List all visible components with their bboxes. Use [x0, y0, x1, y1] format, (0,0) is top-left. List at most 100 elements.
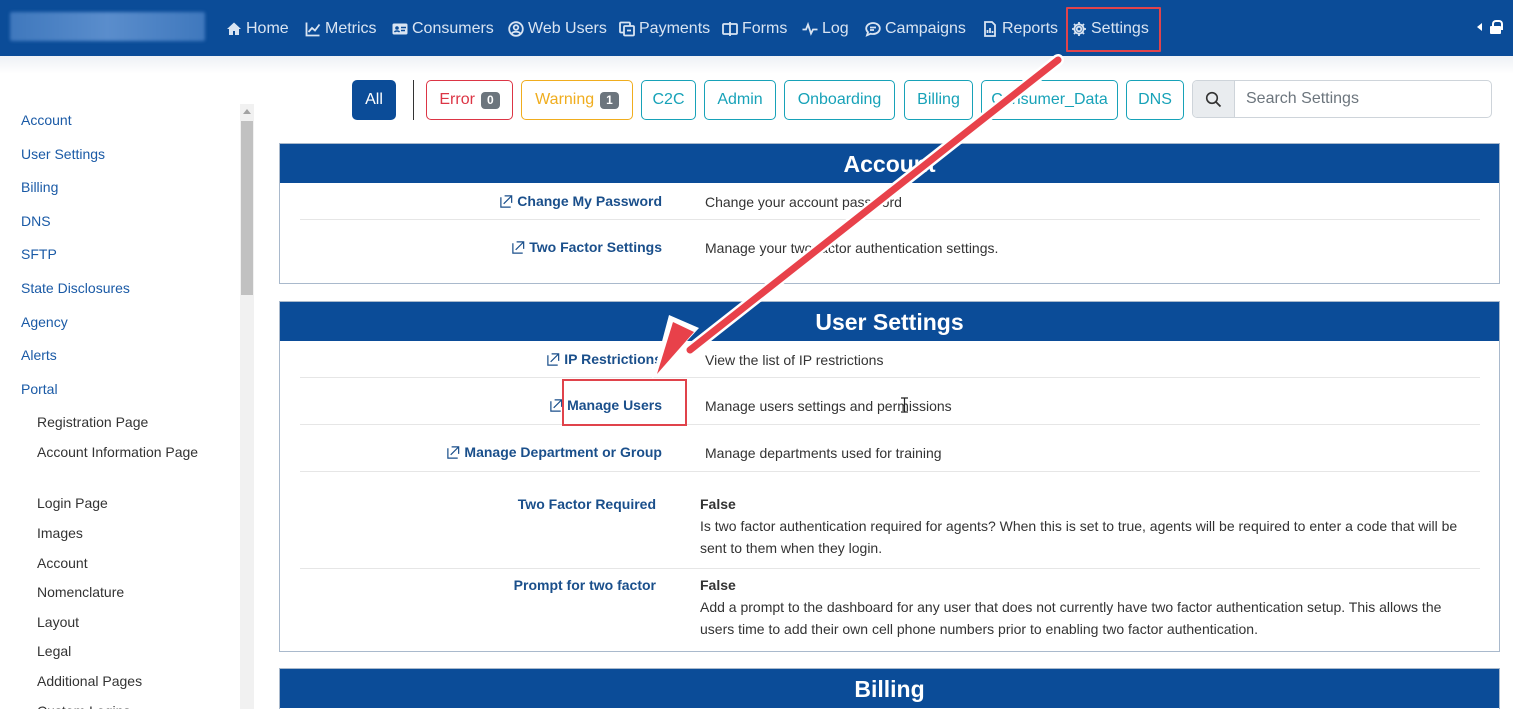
settings-row: Manage Department or Group Manage depart… — [300, 425, 1480, 472]
row-description: Manage your two factor authentication se… — [705, 240, 999, 256]
payments-icon — [619, 21, 635, 37]
manage-users-annotation-box — [562, 379, 687, 426]
warning-count-badge: 1 — [600, 91, 619, 109]
filter-tag-admin[interactable]: Admin — [704, 80, 776, 120]
sidebar-subitem-custom-logins[interactable]: Custom Logins — [37, 700, 207, 709]
scroll-up-arrow-icon[interactable] — [243, 109, 251, 114]
two-factor-required-desc: Is two factor authentication required fo… — [700, 518, 1458, 556]
filter-error-button[interactable]: Error 0 — [426, 80, 513, 120]
nav-log-label: Log — [822, 20, 849, 37]
sidebar-item-state-disclosures[interactable]: State Disclosures — [21, 280, 130, 296]
filter-tag-admin-label: Admin — [717, 91, 763, 108]
filter-tag-onboarding[interactable]: Onboarding — [784, 80, 895, 120]
prompt-two-factor-setting: False Add a prompt to the dashboard for … — [700, 574, 1475, 640]
filter-tag-billing-label: Billing — [917, 91, 960, 108]
sidebar-subitem-registration-page[interactable]: Registration Page — [37, 411, 207, 433]
filter-tag-consumer-data-label: Consumer_Data — [991, 91, 1108, 108]
filter-all-label: All — [365, 91, 383, 108]
prompt-two-factor-value[interactable]: False — [700, 574, 1475, 596]
row-description: Change your account password — [705, 194, 902, 210]
prompt-two-factor-label: Prompt for two factor — [513, 577, 656, 593]
two-factor-required-label: Two Factor Required — [517, 496, 656, 512]
search-icon — [1205, 91, 1222, 107]
settings-sidebar: Account User Settings Billing DNS SFTP S… — [0, 104, 240, 709]
external-link-icon — [447, 445, 460, 459]
filter-error-label: Error — [439, 91, 475, 108]
filter-tag-dns[interactable]: DNS — [1126, 80, 1184, 120]
lock-icon[interactable] — [1490, 20, 1503, 34]
prompt-two-factor-desc: Add a prompt to the dashboard for any us… — [700, 599, 1442, 637]
sidebar-item-billing[interactable]: Billing — [21, 179, 58, 195]
nav-forms-label: Forms — [742, 20, 788, 37]
brand-logo[interactable] — [10, 12, 205, 41]
nav-campaigns[interactable]: Campaigns — [865, 18, 966, 40]
sidebar-item-sftp[interactable]: SFTP — [21, 246, 57, 262]
two-factor-required-value[interactable]: False — [700, 493, 1475, 515]
nav-reports[interactable]: Reports — [982, 18, 1058, 40]
nav-home[interactable]: Home — [226, 18, 289, 40]
filter-tag-c2c[interactable]: C2C — [641, 80, 696, 120]
sidebar-subitem-additional-pages[interactable]: Additional Pages — [37, 670, 207, 692]
nav-right-controls — [1477, 20, 1503, 34]
filter-tag-dns-label: DNS — [1138, 91, 1172, 108]
nav-log[interactable]: Log — [802, 18, 849, 40]
nav-consumers-label: Consumers — [412, 20, 494, 37]
search-input[interactable] — [1236, 81, 1491, 117]
nav-campaigns-label: Campaigns — [885, 20, 966, 37]
settings-search — [1192, 80, 1492, 118]
subheader-band — [0, 56, 1513, 74]
sidebar-item-alerts[interactable]: Alerts — [21, 347, 57, 363]
nav-web-users[interactable]: Web Users — [508, 18, 607, 40]
change-my-password-link[interactable]: Change My Password — [499, 193, 662, 209]
nav-forms[interactable]: Forms — [722, 18, 787, 40]
filter-tag-consumer-data[interactable]: Consumer_Data — [981, 80, 1118, 120]
filter-tag-billing[interactable]: Billing — [904, 80, 973, 120]
sidebar-item-portal[interactable]: Portal — [21, 381, 58, 397]
error-count-badge: 0 — [480, 91, 500, 109]
report-icon — [984, 21, 996, 37]
row-description: Manage departments used for training — [705, 445, 942, 461]
nav-web-users-label: Web Users — [528, 20, 607, 37]
home-icon — [227, 22, 241, 35]
filter-warning-button[interactable]: Warning 1 — [521, 80, 633, 120]
sidebar-subitem-legal[interactable]: Legal — [37, 640, 207, 662]
filter-tag-c2c-label: C2C — [652, 91, 685, 108]
sidebar-item-agency[interactable]: Agency — [21, 314, 68, 330]
external-link-icon — [512, 240, 525, 254]
external-link-icon — [547, 352, 560, 366]
sidebar-item-user-settings[interactable]: User Settings — [21, 146, 105, 162]
settings-row: Two Factor Settings Manage your two fact… — [300, 220, 1480, 267]
pulse-icon — [802, 21, 818, 36]
ip-restrictions-link[interactable]: IP Restrictions — [546, 351, 662, 367]
settings-row: Manage Users Manage users settings and p… — [300, 378, 1480, 425]
row-description: View the list of IP restrictions — [705, 352, 884, 368]
sidebar-subitem-nomenclature[interactable]: Nomenclature — [37, 581, 207, 603]
id-card-icon — [392, 23, 408, 35]
manage-department-link[interactable]: Manage Department or Group — [446, 444, 662, 460]
sidebar-item-dns[interactable]: DNS — [21, 213, 51, 229]
sidebar-subitem-account[interactable]: Account — [37, 552, 207, 574]
sidebar-subitem-account-information-page[interactable]: Account Information Page — [37, 441, 207, 463]
chat-icon — [865, 22, 881, 37]
section-user-settings: User Settings IP Restrictions View the l… — [279, 301, 1500, 652]
two-factor-settings-link[interactable]: Two Factor Settings — [511, 239, 662, 255]
sidebar-item-account[interactable]: Account — [21, 112, 72, 128]
search-button[interactable] — [1193, 81, 1235, 117]
nav-metrics[interactable]: Metrics — [305, 18, 377, 40]
filter-warning-label: Warning — [535, 91, 595, 108]
nav-payments[interactable]: Payments — [619, 18, 710, 40]
link-label: Manage Department or Group — [464, 444, 662, 460]
sidebar-subitem-login-page[interactable]: Login Page — [37, 492, 207, 514]
sidebar-subitem-layout[interactable]: Layout — [37, 611, 207, 633]
caret-left-icon[interactable] — [1477, 23, 1482, 31]
link-label: Two Factor Settings — [529, 239, 662, 255]
nav-consumers[interactable]: Consumers — [392, 18, 494, 40]
sidebar-scrollbar-thumb[interactable] — [241, 121, 253, 295]
sidebar-subitem-images[interactable]: Images — [37, 522, 207, 544]
link-label: Change My Password — [517, 193, 662, 209]
external-link-icon — [500, 194, 513, 208]
nav-metrics-label: Metrics — [325, 20, 377, 37]
filter-all-button[interactable]: All — [352, 80, 396, 120]
section-title-billing: Billing — [280, 669, 1499, 708]
section-billing: Billing — [279, 668, 1500, 709]
